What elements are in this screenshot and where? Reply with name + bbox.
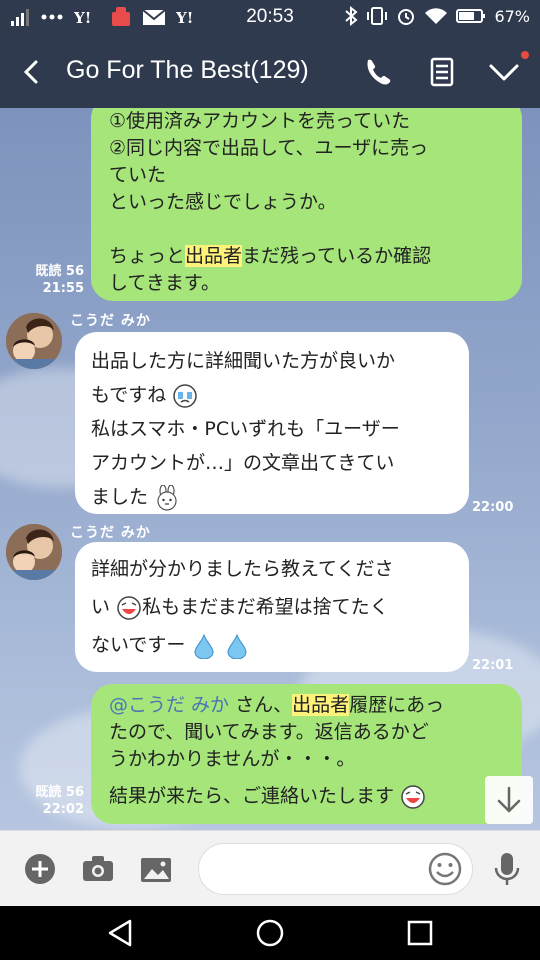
my-message-bubble[interactable]: @こうだ みか さん、出品者履歴にあっ たので、聞いてみます。返信あるかど うか… — [91, 684, 522, 824]
message-line: ました — [91, 480, 453, 514]
message-text: ないですー — [91, 634, 186, 656]
message-meta: 既読 56 21:55 — [22, 263, 84, 297]
back-icon[interactable] — [14, 54, 50, 90]
vibrate-icon — [367, 7, 388, 25]
message-line: ①使用済みアカウントを売っていた — [109, 110, 411, 132]
message-line: 結果が来たら、ご連絡いたします — [109, 783, 468, 810]
status-bar: Y! Y! 20:53 67% — [0, 0, 540, 36]
microphone-icon[interactable] — [489, 851, 525, 887]
message-text: い — [91, 596, 111, 618]
mention-link[interactable]: @こうだ みか — [109, 694, 229, 716]
message-line: @こうだ みか さん、出品者履歴にあっ — [109, 692, 468, 719]
message-time: 22:01 — [472, 658, 514, 673]
message-line: うかわかりませんが・・・。 — [109, 748, 356, 770]
message-time: 22:00 — [472, 500, 514, 515]
read-receipt: 既読 56 — [35, 264, 84, 279]
alarm-icon — [398, 9, 415, 25]
my-message-bubble[interactable]: ①使用済みアカウントを売っていた ②同じ内容で出品して、ユーザに売っ ていた と… — [91, 108, 522, 301]
chat-area[interactable]: ①使用済みアカウントを売っていた ②同じ内容で出品して、ユーザに売っ ていた と… — [0, 108, 540, 830]
message-text: ました — [91, 486, 149, 508]
phone-icon[interactable] — [360, 54, 396, 90]
image-icon[interactable] — [138, 851, 174, 887]
avatar[interactable] — [6, 313, 62, 369]
message-text: ちょっと — [109, 245, 186, 267]
highlighted-keyword: 出品者 — [185, 245, 243, 267]
notes-icon[interactable] — [424, 54, 460, 90]
avatar[interactable] — [6, 524, 62, 580]
recents-square-icon[interactable] — [404, 917, 436, 949]
message-line: 私はスマホ・PCいずれも「ユーザー — [91, 418, 400, 440]
message-line: ②同じ内容で出品して、ユーザに売っ — [109, 137, 429, 159]
message-time: 21:55 — [42, 281, 84, 296]
sweat-drop-icon — [227, 633, 247, 659]
camera-icon[interactable] — [80, 851, 116, 887]
sweat-drop-icon — [194, 633, 214, 659]
bluetooth-icon — [345, 6, 358, 26]
sender-name: こうだ みか — [70, 313, 151, 329]
scroll-to-bottom-button[interactable] — [485, 776, 533, 824]
their-message-bubble[interactable]: 詳細が分かりましたら教えてくださ い 私もまだまだ希望は捨てたく ないですー — [75, 542, 469, 672]
input-bar — [0, 830, 540, 906]
message-line: い 私もまだまだ希望は捨てたく — [91, 588, 453, 626]
message-text: 結果が来たら、ご連絡いたします — [109, 785, 395, 807]
message-text: 私もまだまだ希望は捨てたく — [142, 596, 389, 618]
laughing-face-icon — [401, 784, 425, 809]
back-triangle-icon[interactable] — [104, 917, 136, 949]
message-line: ちょっと出品者まだ残っているか確認 — [109, 243, 504, 270]
wifi-icon — [425, 8, 448, 24]
message-text: さん、 — [229, 694, 293, 716]
system-nav-bar — [0, 906, 540, 960]
chat-header: Go For The Best(129) — [0, 36, 540, 108]
message-text: もですね — [91, 384, 167, 406]
battery-percent: 67% — [494, 6, 530, 26]
message-line: 詳細が分かりましたら教えてくださ — [91, 558, 394, 580]
highlighted-keyword: 出品者 — [292, 694, 350, 716]
home-circle-icon[interactable] — [254, 917, 286, 949]
message-line: たので、聞いてみます。返信あるかど — [109, 721, 429, 743]
notification-dot — [521, 51, 529, 59]
rabbit-sticker-icon — [157, 484, 177, 511]
read-receipt: 既読 56 — [35, 785, 84, 800]
battery-icon — [456, 9, 486, 23]
message-line: ていた — [109, 164, 167, 186]
message-text: まだ残っているか確認 — [242, 245, 432, 267]
avatar-photo — [6, 313, 62, 369]
message-line: といった感じでしょうか。 — [109, 191, 337, 213]
message-line: もですね — [91, 378, 453, 412]
sender-name: こうだ みか — [70, 525, 151, 541]
crying-face-icon — [173, 383, 198, 408]
message-line: アカウントが…」の文章出てきてい — [91, 452, 395, 474]
their-message-bubble[interactable]: 出品した方に詳細聞いた方が良いか もですね 私はスマホ・PCいずれも「ユーザー … — [75, 332, 469, 514]
avatar-photo — [6, 524, 62, 580]
chat-title: Go For The Best(129) — [66, 56, 309, 84]
laughing-face-icon — [117, 595, 141, 620]
chevron-down-icon[interactable] — [486, 54, 522, 90]
plus-icon[interactable] — [22, 851, 58, 887]
status-right-icons: 67% — [344, 6, 530, 26]
message-time: 22:02 — [42, 802, 84, 817]
message-line: してきます。 — [109, 272, 220, 294]
emoji-icon[interactable] — [427, 851, 463, 887]
arrow-down-icon — [497, 786, 521, 813]
message-line: 出品した方に詳細聞いた方が良いか — [91, 350, 396, 372]
message-text: 履歴にあっ — [349, 694, 445, 716]
message-meta: 既読 56 22:02 — [22, 784, 84, 818]
message-line: ないですー — [91, 626, 453, 664]
